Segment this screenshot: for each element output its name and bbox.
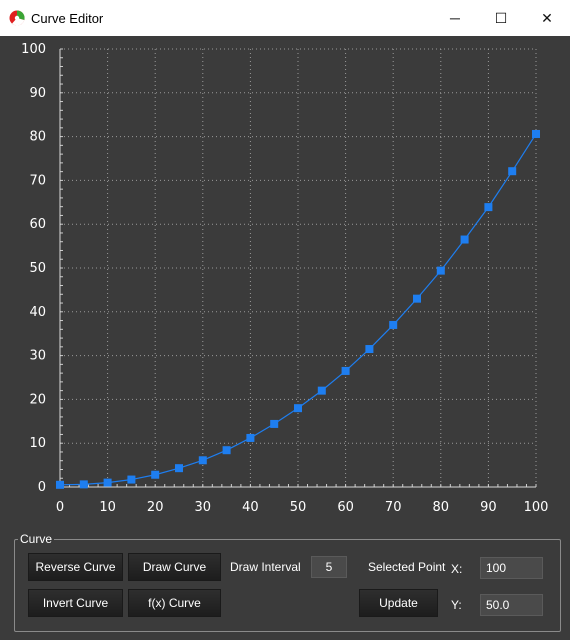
x-tick-label: 10 <box>99 500 116 515</box>
x-tick-label: 30 <box>195 500 212 515</box>
curve-point-20[interactable] <box>532 129 540 138</box>
curve-point-19[interactable] <box>508 167 517 176</box>
maximize-button[interactable]: ☐ <box>478 0 524 36</box>
curve-point-0[interactable] <box>56 480 64 489</box>
y-tick-label: 0 <box>38 480 46 495</box>
curve-point-5[interactable] <box>175 464 183 473</box>
y-tick-label: 90 <box>29 86 46 101</box>
minimize-icon: ─ <box>450 10 460 26</box>
x-tick-label: 50 <box>290 500 307 515</box>
draw-interval-label: Draw Interval <box>230 560 301 574</box>
y-tick-label: 70 <box>29 173 46 188</box>
x-tick-label: 80 <box>433 500 450 515</box>
curve-plot[interactable]: 0 10 20 30 40 50 60 70 80 90 100 0 10 20 30 40 50 60 70 80 9… <box>0 36 570 518</box>
curve-point-14[interactable] <box>389 320 398 329</box>
curve-point-16[interactable] <box>436 266 445 275</box>
window-title: Curve Editor <box>31 10 104 26</box>
curve-point-8[interactable] <box>246 433 255 442</box>
curve-point-17[interactable] <box>460 235 469 244</box>
curve-point-6[interactable] <box>198 456 207 465</box>
curve-point-15[interactable] <box>413 294 421 303</box>
curve-point-7[interactable] <box>222 446 231 455</box>
curve-point-4[interactable] <box>151 470 160 479</box>
y-tick-label: 10 <box>29 436 46 451</box>
x-tick-label: 20 <box>147 500 164 515</box>
app-logo-icon <box>9 10 25 26</box>
x-label: X: <box>451 562 463 576</box>
curve-point-11[interactable] <box>317 386 326 395</box>
selected-point-label: Selected Point <box>368 560 446 574</box>
y-tick-label: 50 <box>29 261 46 276</box>
x-tick-label: 90 <box>480 500 497 515</box>
curve-point-12[interactable] <box>341 366 350 375</box>
invert-curve-button[interactable]: Invert Curve <box>28 589 123 617</box>
curve-point-9[interactable] <box>270 419 279 428</box>
fx-curve-button[interactable]: f(x) Curve <box>128 589 221 617</box>
close-button[interactable]: ✕ <box>524 0 570 36</box>
curve-point-10[interactable] <box>294 404 302 413</box>
curve-point-13[interactable] <box>365 345 374 354</box>
x-tick-label: 0 <box>56 500 64 515</box>
minimize-button[interactable]: ─ <box>432 0 478 36</box>
y-tick-label: 20 <box>29 392 46 407</box>
x-tick-label: 40 <box>242 500 259 515</box>
curve-chart[interactable]: 0 10 20 30 40 50 60 70 80 90 100 0 10 20 30 40 50 60 70 80 9… <box>0 36 570 518</box>
curve-point-3[interactable] <box>127 475 136 484</box>
x-value-input[interactable] <box>480 557 543 579</box>
draw-curve-button[interactable]: Draw Curve <box>128 553 221 581</box>
x-tick-label: 70 <box>385 500 402 515</box>
title-bar: Curve Editor ─ ☐ ✕ <box>0 0 570 36</box>
x-tick-label: 100 <box>524 500 549 515</box>
y-value-input[interactable] <box>480 594 543 616</box>
window-controls: ─ ☐ ✕ <box>432 0 570 36</box>
y-tick-label: 80 <box>29 130 46 145</box>
y-tick-label: 40 <box>29 305 46 320</box>
x-tick-label: 60 <box>337 500 354 515</box>
draw-interval-input[interactable] <box>311 556 347 578</box>
y-tick-label: 100 <box>21 42 46 57</box>
curve-editor-window: Curve Editor ─ ☐ ✕ 0 10 20 30 40 50 60 70 80 90 10… <box>0 0 570 640</box>
y-label: Y: <box>451 598 462 612</box>
reverse-curve-button[interactable]: Reverse Curve <box>28 553 123 581</box>
y-tick-label: 60 <box>29 217 46 232</box>
y-tick-label: 30 <box>29 349 46 364</box>
maximize-icon: ☐ <box>494 9 508 26</box>
curve-point-1[interactable] <box>79 480 88 489</box>
curve-group-legend: Curve <box>18 531 55 547</box>
update-button[interactable]: Update <box>359 589 438 617</box>
curve-point-18[interactable] <box>484 203 493 212</box>
curve-point-2[interactable] <box>103 478 112 487</box>
close-icon: ✕ <box>541 9 553 26</box>
